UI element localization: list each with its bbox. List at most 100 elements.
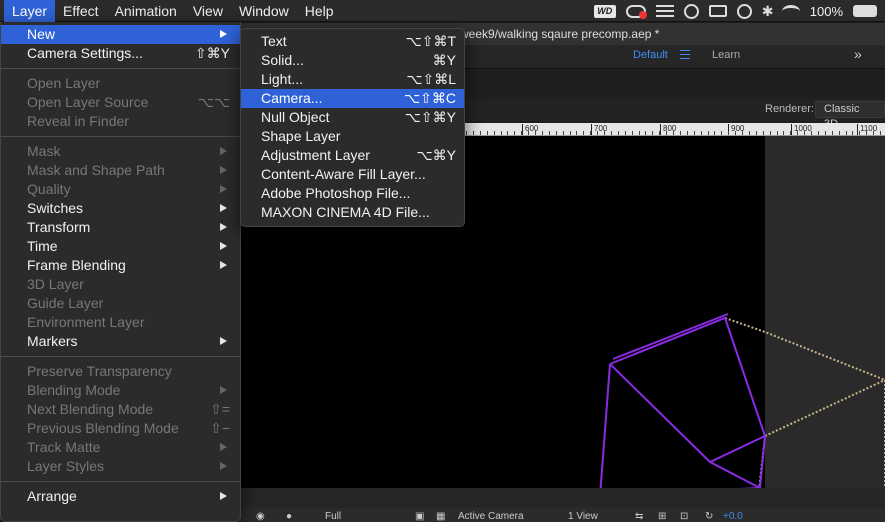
battery-icon[interactable] (853, 5, 877, 17)
menu-item-arrange[interactable]: Arrange (1, 487, 240, 506)
renderer-dropdown[interactable]: Classic 3D (815, 101, 885, 130)
new-item-content-aware-fill-layer[interactable]: Content-Aware Fill Layer... (241, 165, 464, 184)
ruler-minor-tick (645, 131, 647, 135)
3d-view-dropdown[interactable]: Active Camera (458, 511, 524, 522)
workspace-learn[interactable]: Learn (712, 49, 740, 61)
workspace-default[interactable]: Default (633, 49, 668, 61)
menu-item-previous-blending-mode[interactable]: Previous Blending Mode ⇧− (1, 419, 240, 438)
region-of-interest-icon[interactable]: ▣ (415, 511, 424, 522)
menu-item-label: Camera... (261, 90, 323, 106)
menu-item-shortcut: ⌥⇧⌘L (406, 71, 456, 87)
menu-item-guide-layer[interactable]: Guide Layer (1, 294, 240, 313)
resolution-dropdown[interactable]: Full (325, 511, 341, 522)
menu-animation[interactable]: Animation (107, 0, 185, 22)
new-item-adobe-photoshop-file[interactable]: Adobe Photoshop File... (241, 184, 464, 203)
ruler-minor-tick (831, 131, 833, 135)
menu-item-label: Solid... (261, 52, 304, 68)
ruler-tick-label: 1000 (791, 124, 812, 135)
menu-item-label: Next Blending Mode (27, 401, 154, 417)
ruler-minor-tick (576, 131, 578, 135)
new-item-light[interactable]: Light... ⌥⇧⌘L (241, 70, 464, 89)
more-workspaces-icon[interactable]: » (854, 46, 862, 62)
menu-item-label: New (27, 26, 56, 42)
time-machine-icon[interactable] (736, 3, 752, 19)
new-item-solid[interactable]: Solid... ⌘Y (241, 51, 464, 70)
menu-item-label: 3D Layer (27, 276, 84, 292)
menu-item-time[interactable]: Time (1, 237, 240, 256)
menu-item-label: Null Object (261, 109, 330, 125)
menu-item-3d-layer[interactable]: 3D Layer (1, 275, 240, 294)
new-item-null-object[interactable]: Null Object ⌥⇧⌘Y (241, 108, 464, 127)
workspace-menu-icon[interactable] (680, 50, 690, 59)
timeline-icon[interactable]: ⊡ (680, 511, 688, 522)
ruler-minor-tick (866, 131, 868, 135)
new-item-camera[interactable]: Camera... ⌥⇧⌘C (241, 89, 464, 108)
menu-item-open-layer-source[interactable]: Open Layer Source ⌥⌥ (1, 93, 240, 112)
menu-item-environment-layer[interactable]: Environment Layer (1, 313, 240, 332)
color-channels-icon[interactable]: ● (286, 511, 292, 522)
menu-item-layer-styles[interactable]: Layer Styles (1, 457, 240, 476)
menu-item-preserve-transparency[interactable]: Preserve Transparency (1, 362, 240, 381)
ruler-minor-tick (728, 131, 730, 135)
airplay-icon[interactable] (708, 5, 727, 17)
ruler-minor-tick (479, 131, 481, 135)
wd-drive-icon[interactable]: WD (593, 4, 616, 18)
menu-item-frame-blending[interactable]: Frame Blending (1, 256, 240, 275)
menu-item-shortcut: ⌥⇧⌘T (405, 33, 456, 49)
menu-effect[interactable]: Effect (55, 0, 107, 22)
menu-help[interactable]: Help (297, 0, 342, 22)
menu-item-blending-mode[interactable]: Blending Mode (1, 381, 240, 400)
menu-item-label: Text (261, 33, 287, 49)
ruler-minor-tick (617, 131, 619, 135)
menu-item-reveal-in-finder[interactable]: Reveal in Finder (1, 112, 240, 131)
menu-item-quality[interactable]: Quality (1, 180, 240, 199)
bluetooth-icon[interactable]: ✱ (762, 3, 774, 19)
menu-item-next-blending-mode[interactable]: Next Blending Mode ⇧= (1, 400, 240, 419)
fast-previews-icon[interactable]: ⊞ (658, 511, 666, 522)
menu-item-new[interactable]: New (1, 25, 240, 44)
menu-item-label: Track Matte (27, 439, 101, 455)
transparency-grid-icon[interactable]: ▦ (436, 511, 445, 522)
menu-item-switches[interactable]: Switches (1, 199, 240, 218)
accessibility-icon[interactable] (683, 3, 699, 19)
ruler-minor-tick (500, 131, 502, 135)
ruler-minor-tick (652, 131, 654, 135)
ruler-minor-tick (859, 131, 861, 135)
menu-item-track-matte[interactable]: Track Matte (1, 438, 240, 457)
reset-exposure-icon[interactable]: ↻ (705, 511, 713, 522)
new-item-text[interactable]: Text ⌥⇧⌘T (241, 32, 464, 51)
ruler-minor-tick (679, 131, 681, 135)
ruler-minor-tick (742, 131, 743, 135)
new-item-maxon-cinema-4d-file[interactable]: MAXON CINEMA 4D File... (241, 203, 464, 222)
menu-bar: Layer Effect Animation View Window Help WD ✱ … (0, 0, 885, 22)
ruler-minor-tick (486, 131, 488, 135)
notification-dot (638, 10, 647, 19)
menu-item-transform[interactable]: Transform (1, 218, 240, 237)
menu-item-camera-settings[interactable]: Camera Settings... ⇧⌘Y (1, 44, 240, 63)
menu-extra-icon[interactable] (655, 4, 674, 18)
pixel-aspect-icon[interactable]: ⇆ (635, 511, 643, 522)
ruler-minor-tick (514, 131, 516, 135)
menu-item-markers[interactable]: Markers (1, 332, 240, 351)
exposure-value[interactable]: +0.0 (723, 511, 743, 522)
menu-item-mask-and-shape-path[interactable]: Mask and Shape Path (1, 161, 240, 180)
new-item-shape-layer[interactable]: Shape Layer (241, 127, 464, 146)
ruler-minor-tick (472, 131, 474, 135)
menu-item-shortcut: ⌥⌘Y (416, 147, 456, 163)
menu-window[interactable]: Window (231, 0, 297, 22)
menu-item-mask[interactable]: Mask (1, 142, 240, 161)
status-area: WD ✱ 100% (593, 0, 885, 22)
new-item-adjustment-layer[interactable]: Adjustment Layer ⌥⌘Y (241, 146, 464, 165)
menu-item-label: Shape Layer (261, 128, 341, 144)
menu-item-open-layer[interactable]: Open Layer (1, 74, 240, 93)
battery-percent: 100% (809, 3, 843, 19)
creative-cloud-icon[interactable] (625, 4, 647, 19)
view-layout-dropdown[interactable]: 1 View (568, 511, 598, 522)
menu-view[interactable]: View (185, 0, 231, 22)
menu-item-shortcut: ⇧− (210, 420, 230, 436)
snapshot-camera-icon[interactable]: ◉ (256, 511, 265, 522)
wifi-icon[interactable] (781, 4, 800, 18)
menu-layer[interactable]: Layer (4, 0, 56, 22)
menu-item-label: Light... (261, 71, 304, 87)
submenu-arrow-icon (220, 30, 227, 38)
